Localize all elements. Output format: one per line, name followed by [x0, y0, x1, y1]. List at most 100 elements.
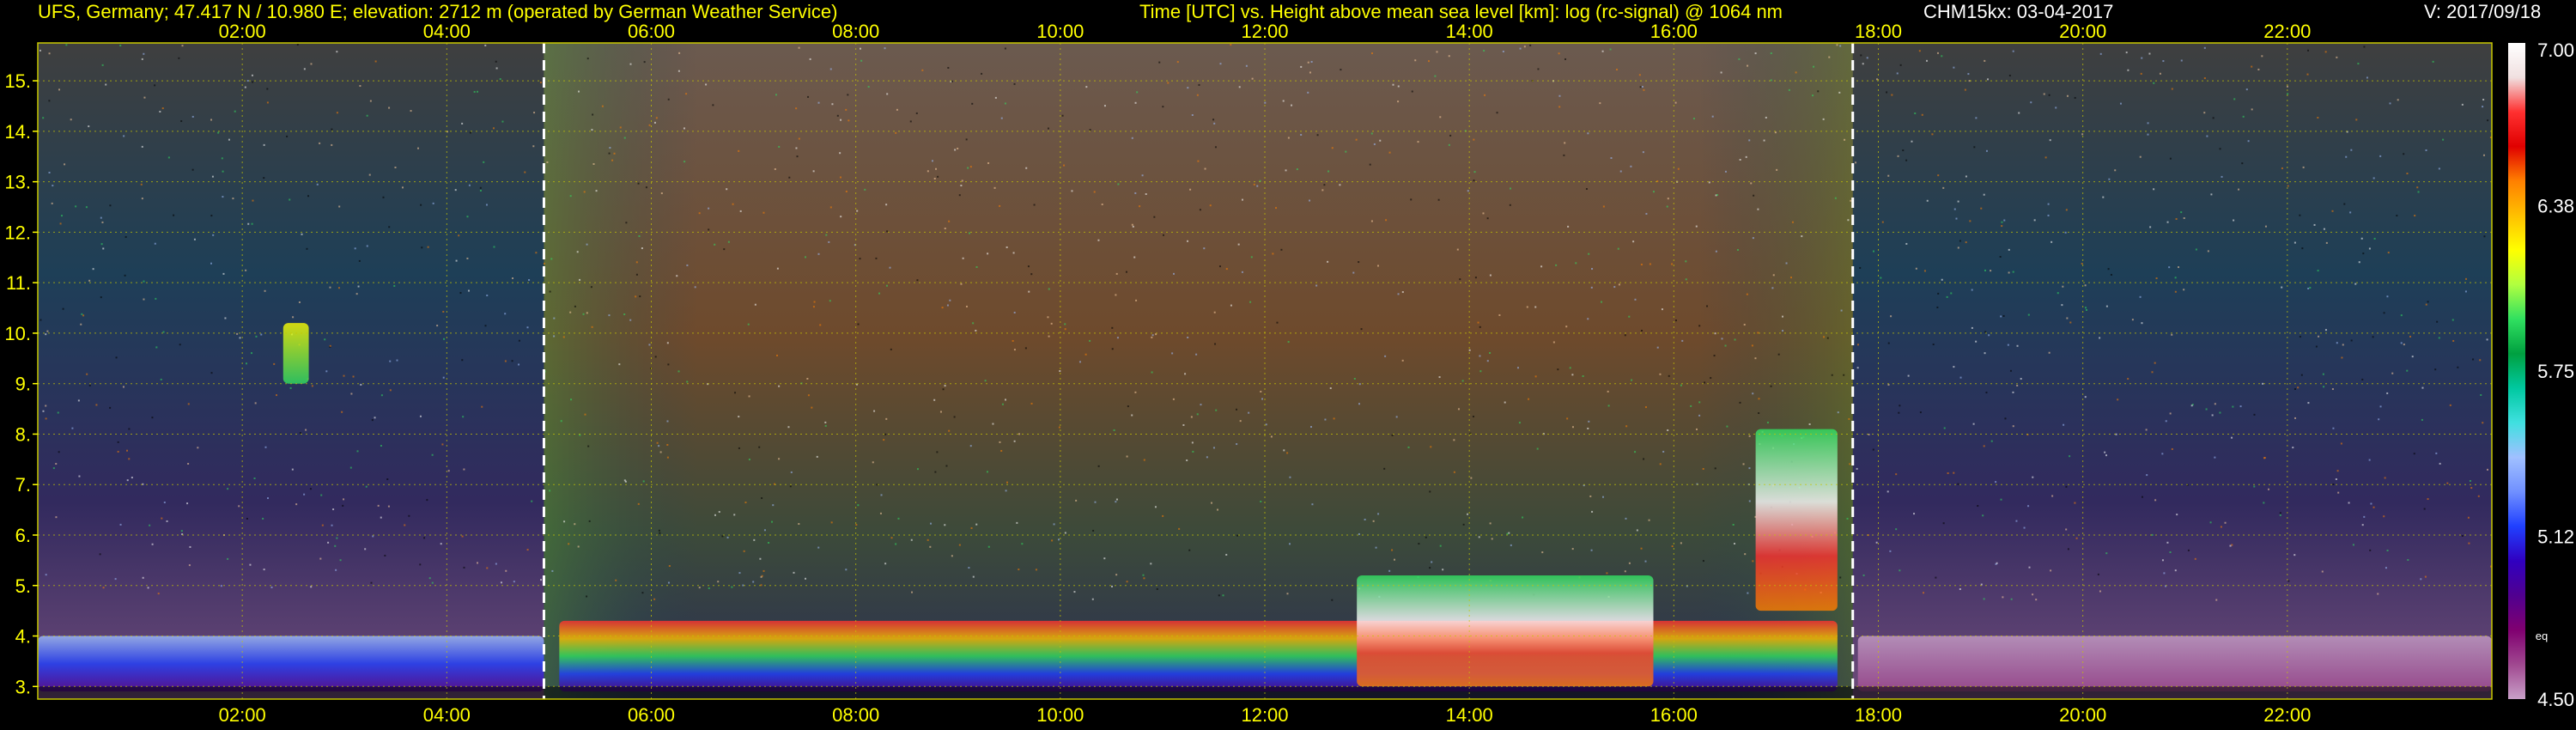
noise-speck	[70, 119, 72, 121]
noise-speck	[732, 203, 734, 205]
noise-speck	[895, 131, 897, 134]
noise-speck	[1013, 440, 1016, 442]
noise-speck	[629, 63, 632, 65]
noise-speck	[1985, 149, 1988, 152]
noise-speck	[848, 119, 850, 122]
noise-speck	[1839, 576, 1842, 579]
noise-speck	[2397, 99, 2399, 101]
noise-speck	[310, 63, 313, 65]
noise-speck	[1005, 246, 1008, 248]
noise-speck	[2057, 292, 2059, 295]
noise-speck	[2372, 506, 2375, 508]
noise-speck	[1563, 154, 1565, 156]
noise-speck	[1489, 522, 1492, 525]
noise-speck	[880, 494, 883, 496]
noise-speck	[576, 251, 579, 253]
noise-speck	[793, 571, 795, 574]
noise-speck	[1591, 268, 1594, 271]
noise-speck	[386, 478, 389, 481]
noise-speck	[1732, 523, 1735, 526]
noise-speck	[659, 532, 661, 534]
x-tick-label-bottom: 06:00	[628, 704, 675, 726]
noise-speck	[311, 385, 313, 387]
noise-speck	[1401, 291, 1404, 294]
noise-speck	[1397, 85, 1400, 88]
noise-speck	[1817, 90, 1820, 93]
noise-speck	[2102, 196, 2105, 198]
noise-speck	[1919, 411, 1922, 414]
noise-speck	[1953, 471, 1955, 474]
noise-speck	[1866, 57, 1868, 59]
noise-speck	[591, 325, 593, 328]
noise-speck	[2323, 228, 2325, 230]
noise-speck	[2335, 478, 2337, 481]
colorbar-tick-label: 7.00	[2537, 40, 2574, 61]
noise-speck	[2470, 487, 2473, 490]
noise-speck	[499, 78, 501, 81]
noise-speck	[2084, 396, 2087, 398]
noise-speck	[1644, 560, 1647, 563]
noise-speck	[1111, 326, 1114, 329]
noise-speck	[1754, 52, 1757, 55]
noise-speck	[1887, 384, 1890, 386]
y-tick-label: 11.	[6, 272, 31, 294]
noise-speck	[1459, 278, 1461, 281]
noise-speck	[251, 222, 253, 225]
noise-speck	[1941, 278, 1943, 281]
noise-speck	[511, 360, 513, 362]
noise-speck	[2231, 544, 2233, 546]
noise-speck	[2383, 515, 2385, 518]
noise-speck	[2360, 237, 2363, 240]
noise-speck	[2348, 502, 2350, 504]
noise-speck	[341, 411, 343, 413]
noise-speck	[1092, 529, 1095, 532]
noise-speck	[1280, 248, 1283, 251]
noise-speck	[52, 185, 54, 187]
noise-speck	[2148, 52, 2151, 55]
noise-speck	[1881, 221, 1884, 223]
noise-speck	[1241, 198, 1243, 201]
noise-speck	[1502, 50, 1504, 52]
noise-speck	[2391, 372, 2394, 374]
noise-speck	[128, 458, 131, 460]
noise-speck	[2342, 344, 2344, 346]
noise-speck	[1587, 427, 1589, 429]
noise-speck	[1984, 331, 1987, 333]
noise-speck	[1327, 170, 1330, 173]
noise-speck	[586, 595, 588, 598]
noise-speck	[839, 176, 841, 179]
noise-speck	[1834, 197, 1837, 199]
noise-speck	[2370, 502, 2372, 505]
noise-speck	[1376, 265, 1379, 267]
noise-speck	[1880, 277, 1882, 279]
noise-speck	[1142, 574, 1145, 576]
noise-speck	[570, 398, 573, 401]
noise-speck	[618, 363, 621, 366]
noise-speck	[1959, 240, 1961, 242]
noise-speck	[658, 529, 660, 532]
noise-speck	[1698, 401, 1701, 404]
noise-speck	[1969, 220, 1971, 222]
noise-speck	[1812, 94, 1814, 97]
noise-speck	[1340, 69, 1342, 71]
noise-speck	[260, 333, 263, 336]
noise-speck	[101, 221, 104, 223]
noise-speck	[306, 247, 308, 250]
noise-speck	[298, 301, 301, 303]
noise-speck	[64, 163, 66, 166]
noise-speck	[615, 579, 617, 581]
noise-speck	[2383, 312, 2385, 314]
noise-speck	[1103, 557, 1106, 560]
noise-speck	[1770, 52, 1772, 55]
noise-speck	[350, 392, 353, 395]
noise-speck	[2205, 408, 2208, 411]
noise-speck	[473, 90, 476, 93]
noise-speck	[763, 529, 766, 532]
noise-speck	[1327, 260, 1329, 263]
noise-speck	[432, 202, 434, 204]
noise-speck	[987, 545, 990, 548]
noise-speck	[1690, 405, 1692, 407]
noise-speck	[380, 445, 382, 447]
noise-speck	[1860, 54, 1862, 57]
noise-speck	[886, 230, 889, 233]
